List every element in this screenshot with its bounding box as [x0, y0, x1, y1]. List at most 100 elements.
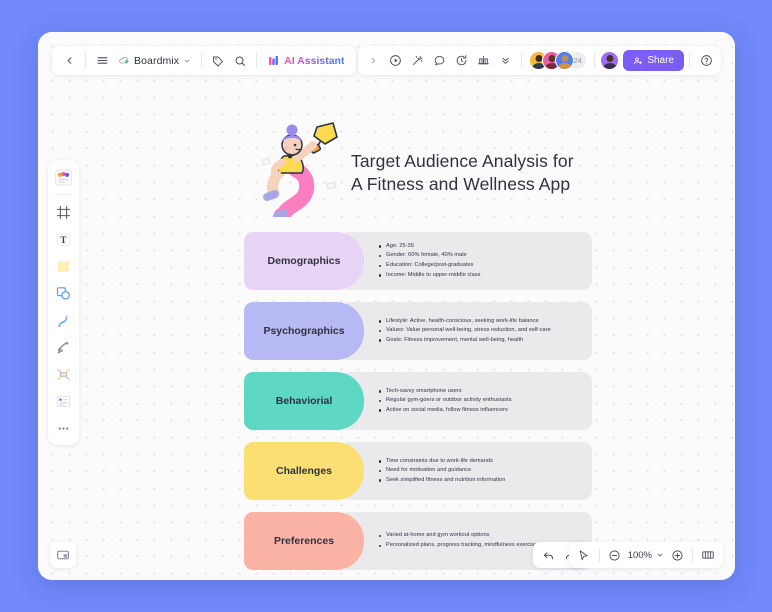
brand-name: Boardmix — [134, 54, 180, 67]
bullet-item: Education: College/post-graduates — [378, 261, 582, 271]
help-circle-icon — [700, 55, 712, 66]
tool-sticky-note[interactable] — [52, 254, 76, 278]
pages-icon — [702, 551, 714, 559]
text-icon: T — [57, 232, 70, 246]
bullet-item: Age: 25-35 — [378, 242, 582, 252]
expand-button[interactable] — [362, 50, 384, 72]
row-label[interactable]: Demographics — [244, 232, 364, 290]
bullet-item: Goals: Fitness improvement, mental well-… — [378, 336, 582, 346]
help-button[interactable] — [695, 50, 717, 72]
sticky-note-icon — [57, 260, 70, 272]
divider — [692, 548, 693, 562]
row-challenges: Challenges Time constraints due to work-… — [244, 442, 592, 500]
zoom-level-label[interactable]: 100% — [626, 550, 654, 561]
zoom-out-icon — [609, 549, 620, 561]
chart-button[interactable] — [472, 50, 494, 72]
ai-assistant-label: AI Assistant — [284, 54, 345, 67]
row-label[interactable]: Behaviorial — [244, 372, 364, 430]
zoom-dropdown-button[interactable] — [654, 545, 666, 565]
boardmix-logo-icon — [119, 56, 129, 63]
menu-button[interactable] — [91, 50, 113, 72]
collaborator-avatars: 24 — [527, 51, 589, 70]
row-behaviorial: Behaviorial Tech-savvy smartphone users … — [244, 372, 592, 430]
add-person-icon — [634, 56, 643, 64]
cursor-tool-button[interactable] — [573, 545, 595, 565]
tool-more[interactable] — [52, 416, 76, 440]
bullet-item: Seek simplified fitness and nutrition in… — [378, 476, 582, 486]
bullet-item: Need for motivation and guidance — [378, 466, 582, 476]
person-celebrating-with-trophy-icon — [261, 122, 338, 217]
tool-pen[interactable] — [52, 335, 76, 359]
share-button[interactable]: Share — [623, 50, 684, 71]
more-dots-icon — [58, 426, 69, 430]
bullet-item: Varied at-home and gym workout options — [378, 531, 582, 541]
divider — [55, 194, 72, 195]
share-label: Share — [647, 55, 674, 66]
row-body[interactable]: Time constraints due to work-life demand… — [346, 442, 592, 500]
row-label[interactable]: Preferences — [244, 512, 364, 570]
zoom-in-icon — [671, 549, 683, 561]
search-icon — [235, 56, 246, 66]
timer-button[interactable] — [450, 50, 472, 72]
divider — [689, 53, 690, 68]
divider — [521, 53, 523, 68]
tool-card[interactable] — [52, 389, 76, 413]
current-user-avatar[interactable] — [600, 51, 620, 70]
divider — [201, 53, 203, 68]
frame-icon — [57, 205, 70, 219]
timer-icon — [456, 55, 467, 66]
tool-text[interactable]: T — [52, 227, 76, 251]
search-button[interactable] — [229, 50, 251, 72]
row-body[interactable]: Age: 25-35 Gender: 60% female, 40% male … — [346, 232, 592, 290]
bullet-item: Values: Value personal well-being, stres… — [378, 326, 582, 336]
comment-bubble-icon — [434, 55, 445, 66]
row-body[interactable]: Tech-savvy smartphone users Regular gym-… — [346, 372, 592, 430]
comment-button[interactable] — [428, 50, 450, 72]
minimap-button[interactable] — [50, 542, 76, 568]
templates-icon — [55, 169, 72, 185]
chevron-down-icon — [657, 553, 663, 557]
hero-illustration — [254, 118, 346, 217]
ai-sparkle-icon — [269, 55, 279, 65]
row-label[interactable]: Challenges — [244, 442, 364, 500]
pen-icon — [57, 341, 69, 353]
ai-assistant-button[interactable]: AI Assistant — [262, 50, 350, 72]
zoom-toolbar: 100% — [568, 542, 723, 568]
divider — [598, 548, 600, 562]
row-label[interactable]: Psychographics — [244, 302, 364, 360]
tool-frame[interactable] — [52, 200, 76, 224]
cursor-pointer-icon — [579, 549, 588, 560]
bullet-item: Time constraints due to work-life demand… — [378, 457, 582, 467]
chevron-left-icon — [67, 57, 71, 64]
chevron-double-down-icon — [502, 57, 509, 64]
row-body[interactable]: Lifestyle: Active, health-conscious, see… — [346, 302, 592, 360]
undo-button[interactable] — [537, 545, 559, 565]
tool-shape[interactable] — [52, 281, 76, 305]
divider — [256, 53, 258, 68]
tool-connector[interactable] — [52, 308, 76, 332]
chevron-down-icon — [184, 59, 190, 62]
bullet-item: Tech-savvy smartphone users — [378, 387, 582, 397]
relation-icon — [57, 368, 70, 380]
magic-button[interactable] — [406, 50, 428, 72]
zoom-out-button[interactable] — [604, 545, 626, 565]
brand-button[interactable]: Boardmix — [113, 50, 196, 72]
bullet-item: Active on social media, follow fitness i… — [378, 406, 582, 416]
undo-arrow-icon — [543, 551, 553, 559]
pages-button[interactable] — [697, 545, 719, 565]
zoom-in-button[interactable] — [666, 545, 688, 565]
bullet-item: Income: Middle to upper-middle class — [378, 271, 582, 281]
curve-line-icon — [58, 314, 68, 327]
back-button[interactable] — [58, 50, 80, 72]
present-button[interactable] — [384, 50, 406, 72]
tag-button[interactable] — [207, 50, 229, 72]
bullet-item: Regular gym-goers or outdoor activity en… — [378, 396, 582, 406]
magic-wand-icon — [412, 55, 423, 66]
tool-relation[interactable] — [52, 362, 76, 386]
shapes-icon — [56, 286, 70, 300]
tool-templates[interactable] — [52, 165, 76, 189]
more-button[interactable] — [494, 50, 516, 72]
bullet-item: Gender: 60% female, 40% male — [378, 251, 582, 261]
toolbar-left: Boardmix AI Assistant — [52, 46, 357, 75]
svg-text:T: T — [60, 235, 66, 245]
